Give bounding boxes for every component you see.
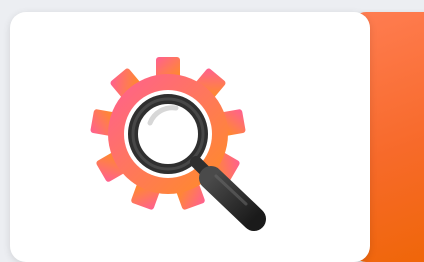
search-settings-icon (76, 44, 286, 234)
feature-card[interactable] (10, 12, 370, 262)
gear-magnifier-svg (90, 57, 266, 231)
